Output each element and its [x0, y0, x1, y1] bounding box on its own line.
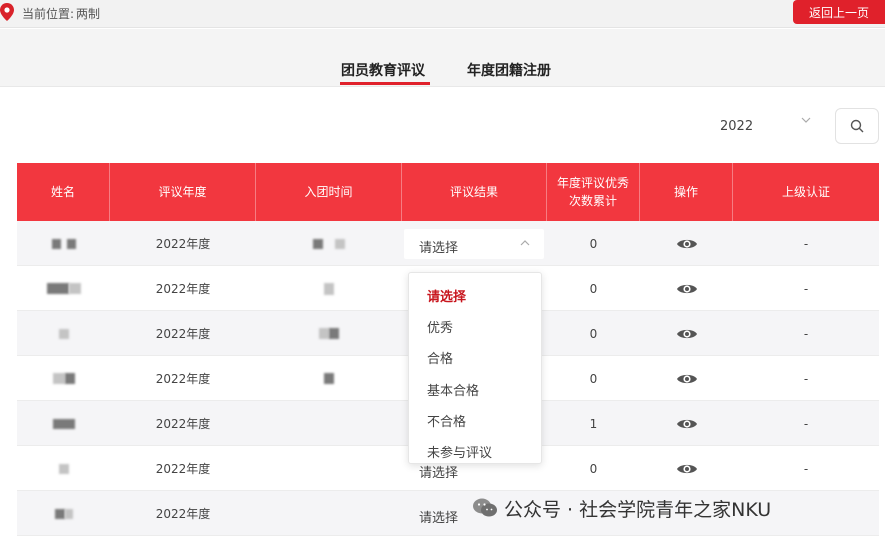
option-qualified[interactable]: 合格	[427, 348, 453, 367]
option-unqualified[interactable]: 不合格	[427, 411, 466, 430]
excellent-count-cell: 0	[589, 461, 598, 476]
excellent-count-cell: 0	[589, 371, 598, 386]
view-action-cell	[640, 401, 733, 446]
eye-icon[interactable]	[676, 462, 698, 476]
tab-bar: 团员教育评议 年度团籍注册	[0, 29, 885, 87]
review-year-cell: 2022年度	[155, 282, 211, 296]
header-review-year: 评议年度	[110, 163, 256, 221]
review-year-cell: 2022年度	[155, 327, 211, 341]
join-date-cell	[256, 311, 402, 356]
year-select-value: 2022	[720, 119, 754, 134]
top-bar: 当前位置: 两制 返回上一页	[0, 0, 885, 28]
name-cell	[17, 221, 110, 266]
location-prefix: 当前位置:	[22, 7, 75, 21]
tab-annual-registration[interactable]: 年度团籍注册	[467, 60, 551, 80]
review-year-cell: 2022年度	[155, 417, 211, 431]
review-result-value: 请选择	[419, 511, 459, 526]
eye-icon[interactable]	[676, 372, 698, 386]
header-excellent-count: 年度评议优秀 次数累计	[547, 163, 640, 221]
view-action-cell	[640, 446, 733, 491]
review-year-cell: 2022年度	[155, 507, 211, 521]
excellent-count-cell: 0	[589, 326, 598, 341]
chevron-up-icon	[520, 240, 530, 246]
review-result-value: 请选择	[419, 241, 459, 256]
review-year-cell: 2022年度	[155, 237, 211, 251]
review-year-cell: 2022年度	[155, 462, 211, 476]
certification-cell: -	[803, 281, 809, 296]
view-action-cell	[640, 221, 733, 266]
certification-cell: -	[803, 236, 809, 251]
chevron-down-icon	[801, 117, 811, 123]
view-action-cell	[640, 356, 733, 401]
back-button[interactable]: 返回上一页	[793, 0, 885, 24]
eye-icon[interactable]	[676, 417, 698, 431]
review-year-cell: 2022年度	[155, 372, 211, 386]
excellent-count-cell: 0	[589, 236, 598, 251]
header-review-result: 评议结果	[402, 163, 547, 221]
certification-cell: -	[803, 461, 809, 476]
location-value: 两制	[76, 7, 101, 21]
name-cell	[17, 311, 110, 356]
option-not-participated[interactable]: 未参与评议	[427, 442, 492, 461]
header-certification: 上级认证	[781, 185, 830, 199]
name-cell	[17, 401, 110, 446]
certification-cell: -	[803, 371, 809, 386]
header-name: 姓名	[17, 163, 110, 221]
view-action-cell	[640, 266, 733, 311]
eye-icon[interactable]	[676, 237, 698, 251]
excellent-count-cell: 1	[589, 416, 598, 431]
table-header: 姓名 评议年度 入团时间 评议结果 年度评议优秀 次数累计 操作 上级认证	[17, 163, 879, 221]
review-result-select[interactable]: 请选择	[404, 229, 544, 259]
wechat-icon	[473, 498, 497, 517]
join-date-cell	[256, 266, 402, 311]
option-excellent[interactable]: 优秀	[427, 317, 453, 336]
location-pin-icon	[0, 3, 14, 21]
name-cell	[17, 491, 110, 536]
name-cell	[17, 266, 110, 311]
table-row: 2022年度 请选择 0 -	[17, 221, 879, 266]
join-date-cell	[256, 221, 402, 266]
view-action-cell	[640, 311, 733, 356]
certification-cell: -	[803, 416, 809, 431]
search-icon	[850, 119, 864, 133]
option-basically-qualified[interactable]: 基本合格	[427, 380, 479, 399]
review-result-dropdown: 请选择 优秀 合格 基本合格 不合格 未参与评议	[408, 272, 542, 464]
tab-education-review[interactable]: 团员教育评议	[341, 60, 425, 80]
name-cell	[17, 356, 110, 401]
header-join-date: 入团时间	[256, 163, 402, 221]
review-result-value: 请选择	[419, 466, 459, 481]
excellent-count-cell: 0	[589, 281, 598, 296]
name-cell	[17, 446, 110, 491]
year-select[interactable]: 2022	[705, 110, 815, 142]
watermark-text: 公众号 · 社会学院青年之家NKU	[504, 499, 772, 521]
eye-icon[interactable]	[676, 327, 698, 341]
eye-icon[interactable]	[676, 282, 698, 296]
active-tab-indicator	[340, 82, 430, 85]
certification-cell: -	[803, 326, 809, 341]
search-button[interactable]	[835, 108, 879, 144]
header-actions: 操作	[640, 163, 733, 221]
option-please-select[interactable]: 请选择	[427, 286, 466, 305]
join-date-cell	[256, 356, 402, 401]
